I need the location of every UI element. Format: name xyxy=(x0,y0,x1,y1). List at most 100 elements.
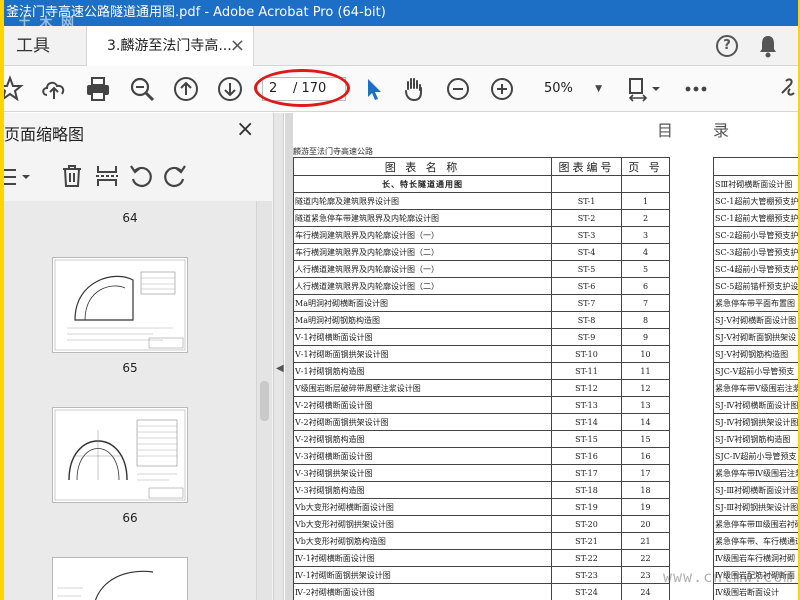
toc-page-cell: 20 xyxy=(621,515,670,533)
toc-page-cell: 1 xyxy=(621,192,670,210)
insert-page-icon[interactable] xyxy=(94,163,120,189)
toc-name-cell: Ⅳ-2衬砌横断面设计图 xyxy=(293,583,552,600)
page-thumbnail[interactable] xyxy=(52,407,188,503)
collapse-arrow-icon[interactable]: ◀ xyxy=(276,363,284,374)
thumbnail-drawing xyxy=(54,259,186,351)
toc-right-name-cell: 紧急停车带Ⅴ级围岩注浆 xyxy=(713,379,798,397)
table-row: SⅢ衬砌横断面设计图 xyxy=(713,175,798,193)
toc-page-cell: 2 xyxy=(621,209,670,227)
thumbnail-tools xyxy=(4,159,272,195)
document-view[interactable]: 目 录 麟游至法门寺高速公路 图 表 名 称 图表编号 页 号 长、特长隧道通用… xyxy=(285,113,798,600)
fit-page-icon[interactable] xyxy=(624,75,664,103)
toc-code-cell: ST-11 xyxy=(551,362,622,380)
options-menu-icon[interactable] xyxy=(4,165,34,189)
toc-page-cell: 19 xyxy=(621,498,670,516)
panel-close-icon[interactable]: × xyxy=(236,117,254,142)
table-row: Ⅳ-1衬砌断面钢拱架设计图 ST-23 23 xyxy=(293,566,670,584)
toc-right-header-cell xyxy=(713,157,798,176)
toc-name-cell: Ⅴ级围岩断层破碎带周壁注浆设计图 xyxy=(293,379,552,397)
toc-right-name-cell: SC-4超前小导管预支护 xyxy=(713,260,798,278)
hand-tool-icon[interactable] xyxy=(400,75,428,103)
page-thumbnail[interactable] xyxy=(52,257,188,353)
toc-right-name-cell: SJ-Ⅴ衬砌断面钢拱架设 xyxy=(713,328,798,346)
toc-right-name-cell: SJ-Ⅲ衬砌横断面设计图 xyxy=(713,481,798,499)
scrollbar-thumb[interactable] xyxy=(260,381,269,421)
tab-document[interactable]: 3.麟游至法门寺高... × xyxy=(86,26,254,66)
toc-name-cell: Ma明洞衬砌横断面设计图 xyxy=(293,294,552,312)
table-row: 人行横道建筑限界及内轮廓设计图（一） ST-5 5 xyxy=(293,260,670,278)
toc-code-cell: ST-1 xyxy=(551,192,622,210)
table-row: Ⅴb大变形衬砌钢筋构造图 ST-21 21 xyxy=(293,532,670,550)
col-name-header: 图 表 名 称 xyxy=(293,157,552,176)
toc-page-cell: 17 xyxy=(621,464,670,482)
table-row: Ⅴ-2衬砌断面钢拱架设计图 ST-14 14 xyxy=(293,413,670,431)
thumbnails-panel: 页面缩略图 × 64 65 66 xyxy=(4,113,274,600)
table-row: Ma明洞衬砌钢筋构造图 ST-8 8 xyxy=(293,311,670,329)
undo-icon[interactable] xyxy=(128,163,154,189)
toc-code-cell: ST-8 xyxy=(551,311,622,329)
table-row: 紧急停车带平面布置图 xyxy=(713,294,798,312)
toc-page-cell: 6 xyxy=(621,277,670,295)
toc-name-cell: Ⅴ-2衬砌断面钢拱架设计图 xyxy=(293,413,552,431)
table-row: Ⅴ-3衬砌横断面设计图 ST-16 16 xyxy=(293,447,670,465)
delete-icon[interactable] xyxy=(60,163,84,189)
toc-name-cell: 人行横道建筑限界及内轮廓设计图（二） xyxy=(293,277,552,295)
toc-code-cell: ST-16 xyxy=(551,447,622,465)
page-thumbnail[interactable] xyxy=(52,557,188,600)
toc-page-cell: 22 xyxy=(621,549,670,567)
page-up-icon[interactable] xyxy=(172,75,200,103)
zoom-in-icon[interactable] xyxy=(488,75,516,103)
zoom-select[interactable]: 50% ▼ xyxy=(534,77,606,101)
table-row: SJ-Ⅲ衬砌钢拱架设计图 xyxy=(713,498,798,516)
toc-right-name-cell: SJ-Ⅲ衬砌钢拱架设计图 xyxy=(713,498,798,516)
toc-right-name-cell: 紧急停车带Ⅳ级围岩注浆 xyxy=(713,464,798,482)
thumbnail-page-number: 64 xyxy=(122,211,138,225)
toc-name-cell: Ⅴ-3衬砌横断面设计图 xyxy=(293,447,552,465)
bell-icon[interactable] xyxy=(758,34,778,58)
toc-page-cell: 8 xyxy=(621,311,670,329)
col-code-header: 图表编号 xyxy=(551,157,622,176)
table-row: Ⅴ级围岩断层破碎带周壁注浆设计图 ST-12 12 xyxy=(293,379,670,397)
toc-code-cell: ST-13 xyxy=(551,396,622,414)
toc-right-name-cell: SJC-Ⅴ超前小导管预支 xyxy=(713,362,798,380)
thumbnail-scrollbar[interactable] xyxy=(256,201,272,600)
table-row: SJ-Ⅴ衬砌钢筋构造图 xyxy=(713,345,798,363)
toc-name-cell: Ⅴ-1衬砌断面钢拱架设计图 xyxy=(293,345,552,363)
select-cursor-icon[interactable] xyxy=(360,75,388,103)
toc-name-cell: Ⅳ-1衬砌断面钢拱架设计图 xyxy=(293,566,552,584)
page-down-icon[interactable] xyxy=(216,75,244,103)
toc-name-cell: Ⅴ-3衬砌钢拱架设计图 xyxy=(293,464,552,482)
col-page-header: 页 号 xyxy=(621,157,670,176)
cloud-upload-icon[interactable] xyxy=(40,75,68,103)
help-icon[interactable]: ? xyxy=(716,35,738,57)
toc-name-cell: Ⅴ-2衬砌钢筋构造图 xyxy=(293,430,552,448)
link-icon[interactable] xyxy=(778,75,798,103)
toc-section-row: 长、特长隧道通用图 xyxy=(293,175,670,193)
toc-code-cell: ST-20 xyxy=(551,515,622,533)
toc-name-cell: 人行横道建筑限界及内轮廓设计图（一） xyxy=(293,260,552,278)
bookmark-star-icon[interactable] xyxy=(4,75,24,103)
tab-close-icon[interactable]: × xyxy=(230,26,245,66)
toc-page-cell: 13 xyxy=(621,396,670,414)
toc-table: 图 表 名 称 图表编号 页 号 长、特长隧道通用图 隧道内轮廓及建筑限界设计图… xyxy=(293,157,670,600)
table-row: 车行横洞建筑限界及内轮廓设计图（二） ST-4 4 xyxy=(293,243,670,261)
toc-right-name-cell: SC-1超前大管棚预支护 xyxy=(713,192,798,210)
table-row: SC-3超前小导管预支护 xyxy=(713,243,798,261)
table-row: Ⅴ-1衬砌钢筋构造图 ST-11 11 xyxy=(293,362,670,380)
more-icon[interactable] xyxy=(682,75,710,103)
zoom-search-icon[interactable] xyxy=(128,75,156,103)
tab-tools[interactable]: 工具 xyxy=(4,26,86,66)
toc-right-name-cell: SJ-Ⅴ衬砌横断面设计图 xyxy=(713,311,798,329)
toc-right-name-cell: SJ-Ⅳ衬砌横断面设计图 xyxy=(713,396,798,414)
toolbar: 2 / 170 50% ▼ xyxy=(4,66,798,112)
toc-code-cell: ST-17 xyxy=(551,464,622,482)
zoom-out-icon[interactable] xyxy=(444,75,472,103)
table-row: Ⅴb大变形衬砌横断面设计图 ST-19 19 xyxy=(293,498,670,516)
toc-right-name-cell: SC-2超前小导管预支护 xyxy=(713,226,798,244)
print-icon[interactable] xyxy=(84,75,112,103)
toc-name-cell: 隧道紧急停车带建筑限界及内轮廓设计图 xyxy=(293,209,552,227)
table-row: SC-1超前大管棚预支护 xyxy=(713,209,798,227)
toc-heading: 目 xyxy=(657,121,676,140)
panel-splitter[interactable]: ◀ xyxy=(274,113,284,600)
redo-icon[interactable] xyxy=(162,163,188,189)
